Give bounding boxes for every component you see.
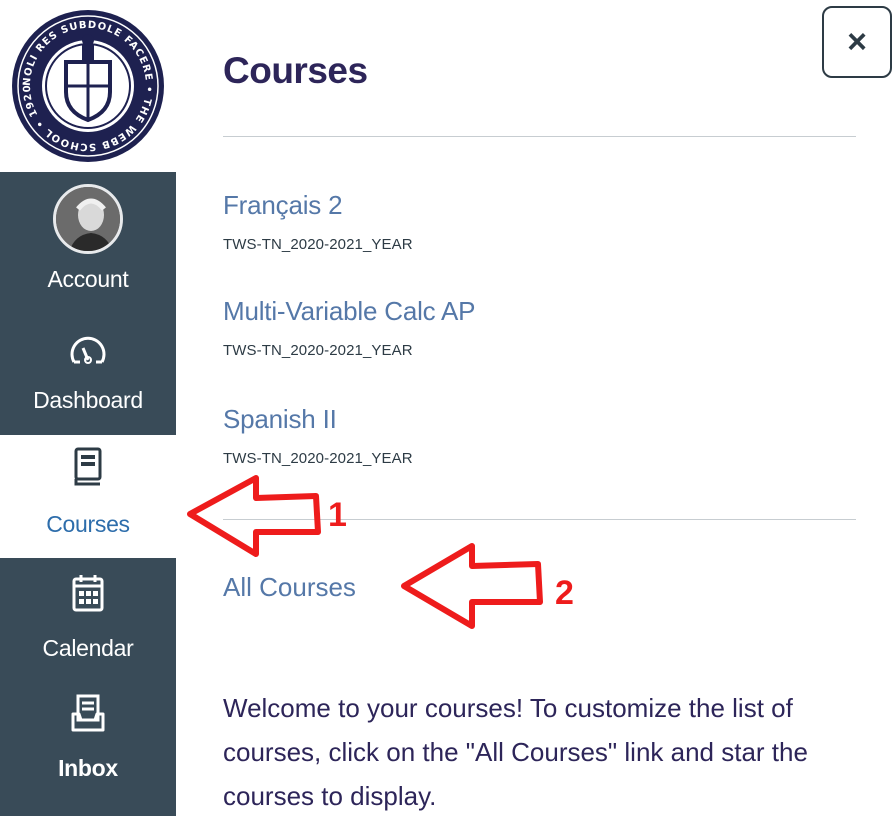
all-courses-link[interactable]: All Courses bbox=[223, 572, 356, 603]
annotation-arrow-1 bbox=[187, 475, 321, 557]
welcome-message: Welcome to your courses! To customize th… bbox=[223, 693, 808, 811]
close-icon: × bbox=[847, 23, 867, 61]
course-term: TWS-TN_2020-2021_YEAR bbox=[223, 236, 413, 253]
nav-label-dashboard: Dashboard bbox=[33, 387, 143, 413]
tray-title: Courses bbox=[223, 50, 368, 91]
course-term: TWS-TN_2020-2021_YEAR bbox=[223, 450, 413, 467]
avatar bbox=[53, 184, 123, 254]
school-logo[interactable]: NOLI RES SUBDOLE FACERE • THE WEBB SCHOO… bbox=[0, 0, 176, 172]
course-link-spanish[interactable]: Spanish II bbox=[223, 404, 337, 435]
nav-label-inbox: Inbox bbox=[58, 755, 118, 781]
calendar-icon bbox=[72, 574, 104, 617]
inbox-icon bbox=[71, 694, 105, 737]
annotation-number-1: 1 bbox=[328, 496, 347, 534]
course-link-calc[interactable]: Multi-Variable Calc AP bbox=[223, 296, 476, 327]
school-seal-icon: NOLI RES SUBDOLE FACERE • THE WEBB SCHOO… bbox=[12, 10, 164, 162]
annotation-number-2: 2 bbox=[555, 574, 574, 612]
nav-item-account[interactable]: Account bbox=[0, 184, 176, 304]
nav-label-courses: Courses bbox=[46, 511, 130, 537]
nav-item-dashboard[interactable]: Dashboard bbox=[0, 334, 176, 434]
nav-label-calendar: Calendar bbox=[42, 635, 134, 661]
book-icon bbox=[73, 446, 103, 491]
course-term: TWS-TN_2020-2021_YEAR bbox=[223, 342, 413, 359]
speedometer-icon bbox=[68, 334, 108, 371]
nav-item-calendar[interactable]: Calendar bbox=[0, 574, 176, 674]
title-divider bbox=[223, 136, 856, 137]
course-link-francais[interactable]: Français 2 bbox=[223, 190, 343, 221]
nav-label-account: Account bbox=[47, 266, 129, 292]
nav-item-inbox[interactable]: Inbox bbox=[0, 694, 176, 794]
close-tray-button[interactable]: × bbox=[822, 6, 892, 78]
annotation-arrow-2 bbox=[401, 543, 543, 629]
nav-item-courses[interactable]: Courses bbox=[0, 440, 176, 558]
